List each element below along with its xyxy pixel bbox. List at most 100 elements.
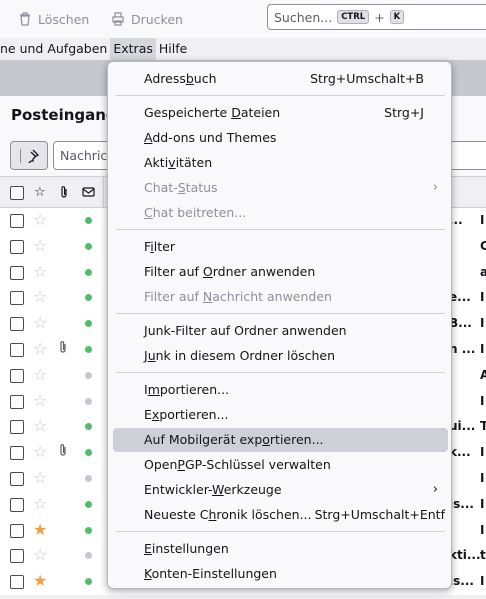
star-icon[interactable]: ★ [33,521,47,538]
row-checkbox[interactable] [10,239,24,254]
menu-item-label: Gespeicherte Dateien [144,105,281,120]
print-button[interactable]: Drucken [111,9,183,29]
select-all-checkbox[interactable] [10,186,24,200]
menu-item-activities[interactable]: Aktivitäten [113,151,448,175]
menubar-item-help[interactable]: Hilfe [156,38,190,60]
read-status-icon[interactable] [85,294,92,302]
read-status-icon[interactable] [85,320,92,328]
menu-separator [116,531,445,532]
menu-item-apply-filter-message[interactable]: Filter auf Nachricht anwenden [113,285,448,309]
star-icon[interactable]: ☆ [33,547,47,563]
menu-separator [116,372,445,373]
star-icon[interactable]: ☆ [33,315,47,331]
menu-item-junk-filter-folder[interactable]: Junk-Filter auf Ordner anwenden [113,319,448,343]
read-status-icon[interactable] [85,217,92,224]
menu-item-label: Konten-Einstellungen [144,566,277,581]
subject-text: e... [449,290,471,305]
read-status-icon[interactable] [85,552,92,560]
read-status-icon[interactable] [85,578,92,586]
sender-text: I [480,445,485,460]
read-status-icon[interactable] [85,526,92,534]
menu-item-label: Chat-Status [144,180,218,195]
row-checkbox[interactable] [10,368,24,383]
row-checkbox[interactable] [10,394,24,409]
sender-text: I [480,522,485,537]
menu-item-saved-files[interactable]: Gespeicherte Dateien Strg+J [113,101,448,125]
read-status-icon[interactable] [85,397,92,405]
menu-item-chat-status[interactable]: Chat-Status › [113,176,448,200]
star-icon[interactable]: ☆ [33,263,47,280]
status-column-icon[interactable] [82,186,95,198]
star-icon[interactable]: ☆ [33,289,47,305]
star-icon[interactable]: ☆ [33,366,47,383]
row-checkbox[interactable] [10,291,24,306]
menu-item-export[interactable]: Exportieren... [113,403,448,427]
read-status-icon[interactable] [85,449,92,457]
menu-item-label: Filter auf Ordner anwenden [144,264,316,279]
row-checkbox[interactable] [10,420,24,435]
menu-item-label: Aktivitäten [144,155,213,170]
star-icon[interactable]: ☆ [33,237,47,254]
star-icon[interactable]: ☆ [33,392,47,409]
star-icon[interactable]: ☆ [33,418,47,434]
star-icon[interactable]: ☆ [33,212,47,228]
menu-item-developer-tools[interactable]: Entwickler-Werkzeuge › [113,478,448,502]
menubar-item-extras[interactable]: Extras [110,38,156,60]
row-checkbox[interactable] [10,523,24,538]
row-checkbox[interactable] [10,472,24,486]
menu-item-clear-history[interactable]: Neueste Chronik löschen... Strg+Umschalt… [113,503,448,527]
star-icon[interactable]: ☆ [33,444,47,460]
row-checkbox[interactable] [10,317,24,332]
sender-text: C [480,238,486,253]
menu-item-account-settings[interactable]: Konten-Einstellungen [113,562,448,586]
row-checkbox[interactable] [10,343,24,357]
pin-filter-button[interactable] [10,141,48,170]
menu-item-label: Neueste Chronik löschen... [144,507,312,522]
menu-item-join-chat[interactable]: Chat beitreten... [113,201,448,225]
menu-item-label: Chat beitreten... [144,205,247,220]
menu-item-label: Importieren... [144,382,230,397]
row-checkbox[interactable] [10,497,24,512]
star-icon[interactable]: ☆ [33,495,47,512]
menu-item-openpgp-keys[interactable]: OpenPGP-Schlüssel verwalten [113,453,448,477]
row-checkbox[interactable] [10,549,24,564]
folder-title: Posteingang [11,106,117,124]
delete-button[interactable]: Löschen [18,9,89,29]
chevron-right-icon: › [432,482,438,497]
menu-item-export-mobile[interactable]: Auf Mobilgerät exportieren... [113,428,448,452]
menu-item-delete-junk[interactable]: Junk in diesem Ordner löschen [113,344,448,368]
menu-item-label: Auf Mobilgerät exportieren... [144,432,324,447]
menu-item-filter[interactable]: Filter [113,235,448,259]
row-checkbox[interactable] [10,214,24,228]
subject-text: ui... [449,419,476,434]
menubar-item-events-tasks[interactable]: ne und Aufgaben [0,38,110,60]
star-column-icon[interactable]: ☆ [34,185,46,200]
menu-item-address-book[interactable]: Adressbuch Strg+Umschalt+B [113,67,448,91]
sender-text: I [480,393,485,408]
star-icon[interactable]: ★ [33,573,47,589]
read-status-icon[interactable] [85,423,92,431]
read-status-icon[interactable] [85,475,92,482]
sender-text: I [480,316,485,331]
subject-text: kti... [449,548,481,563]
row-checkbox[interactable] [10,265,24,280]
star-icon[interactable]: ☆ [33,341,47,357]
read-status-icon[interactable] [85,346,92,353]
read-status-icon[interactable] [85,500,92,508]
menu-item-settings[interactable]: Einstellungen [113,537,448,561]
search-placeholder: Suchen... [274,9,333,25]
menu-item-addons-themes[interactable]: Add-ons und Themes [113,126,448,150]
read-status-icon[interactable] [85,242,92,250]
row-checkbox[interactable] [10,575,24,590]
shortcut-key-ctrl: CTRL [337,10,370,24]
row-checkbox[interactable] [10,446,24,461]
star-icon[interactable]: ☆ [33,470,47,486]
menu-item-import[interactable]: Importieren... [113,378,448,402]
search-input[interactable]: Suchen... CTRL + K [267,4,486,30]
divider [19,148,21,163]
attachment-column-icon[interactable] [59,186,69,199]
sender-text: I [480,471,485,485]
menu-item-apply-filter-folder[interactable]: Filter auf Ordner anwenden [113,260,448,284]
read-status-icon[interactable] [85,371,92,379]
read-status-icon[interactable] [85,268,92,276]
